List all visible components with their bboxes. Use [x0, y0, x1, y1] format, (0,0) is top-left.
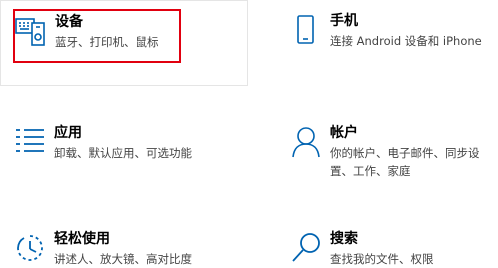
tile-description: 你的帐户、电子邮件、同步设置、工作、家庭 — [330, 146, 480, 178]
tile-description: 蓝牙、打印机、鼠标 — [55, 35, 159, 49]
ease-of-access-icon — [12, 230, 48, 266]
tile-title: 轻松使用 — [54, 231, 110, 247]
keyboard-device-icon — [13, 13, 49, 49]
apps-list-icon — [12, 124, 48, 160]
person-icon — [288, 124, 324, 160]
tile-description: 查找我的文件、权限 — [330, 252, 434, 266]
settings-tile-devices[interactable]: 设备 蓝牙、打印机、鼠标 — [0, 0, 248, 86]
tile-description: 连接 Android 设备和 iPhone — [330, 34, 482, 48]
settings-tile-ease-of-access[interactable]: 轻松使用 讲述人、放大镜、高对比度 — [0, 218, 248, 266]
settings-tile-search[interactable]: 搜索 查找我的文件、权限 — [276, 218, 498, 266]
phone-icon — [288, 12, 324, 48]
settings-tile-accounts[interactable]: 帐户 你的帐户、电子邮件、同步设置、工作、家庭 — [276, 112, 498, 212]
tile-title: 手机 — [330, 13, 358, 29]
tile-title: 帐户 — [330, 125, 358, 141]
tile-description: 卸载、默认应用、可选功能 — [54, 146, 192, 160]
tile-title: 设备 — [55, 14, 83, 30]
settings-tile-phone[interactable]: 手机 连接 Android 设备和 iPhone — [276, 0, 498, 86]
settings-tile-apps[interactable]: 应用 卸载、默认应用、可选功能 — [0, 112, 248, 212]
tile-title: 搜索 — [330, 231, 358, 247]
tile-description: 讲述人、放大镜、高对比度 — [54, 252, 192, 266]
tile-title: 应用 — [54, 125, 82, 141]
search-icon — [288, 230, 324, 266]
